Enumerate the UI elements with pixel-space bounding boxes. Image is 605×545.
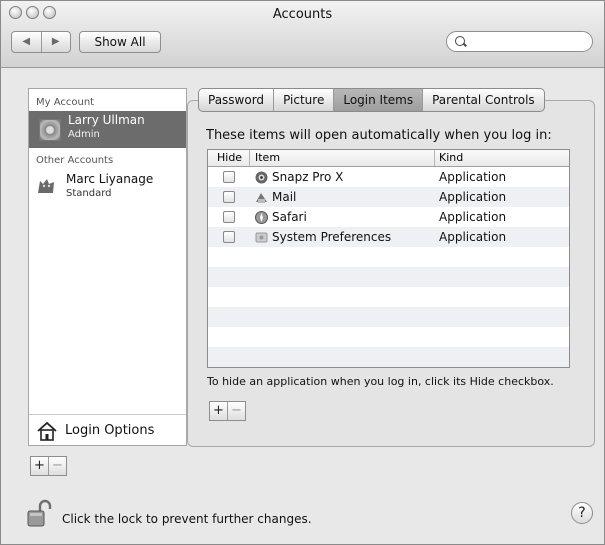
- hide-checkbox[interactable]: [223, 191, 235, 203]
- login-items-intro: These items will open automatically when…: [206, 128, 552, 143]
- tab-bar: Password Picture Login Items Parental Co…: [198, 88, 545, 112]
- login-items-add-remove: + −: [209, 401, 246, 421]
- lock-icon[interactable]: [26, 499, 52, 531]
- avatar: [39, 119, 61, 141]
- item-name: Mail: [272, 190, 297, 204]
- empty-row: [208, 347, 569, 367]
- item-name: Safari: [272, 210, 307, 224]
- login-items-table: Hide Item Kind Snapz Pro X Application M…: [207, 149, 570, 368]
- system-preferences-icon: [255, 232, 268, 243]
- account-name: Larry Ullman: [68, 113, 145, 127]
- show-all-button[interactable]: Show All: [79, 31, 161, 53]
- house-icon: [37, 421, 57, 441]
- empty-row: [208, 327, 569, 347]
- accounts-window: Accounts ◀ ▶ Show All My Account Larry U…: [0, 0, 605, 545]
- cat-avatar-icon: [38, 179, 54, 193]
- table-row[interactable]: Snapz Pro X Application: [208, 167, 569, 187]
- other-accounts-header: Other Accounts: [36, 155, 114, 166]
- accounts-list: My Account Larry Ullman Admin Other Acco…: [28, 88, 187, 446]
- item-kind: Application: [439, 230, 507, 244]
- account-larry-ullman[interactable]: Larry Ullman Admin: [29, 111, 186, 148]
- search-icon: [455, 36, 465, 46]
- tab-login-items[interactable]: Login Items: [333, 89, 423, 111]
- tab-parental-controls[interactable]: Parental Controls: [422, 89, 544, 111]
- lock-message: Click the lock to prevent further change…: [62, 512, 312, 526]
- hide-checkbox[interactable]: [223, 231, 235, 243]
- account-add-remove: + −: [30, 456, 67, 476]
- tab-picture[interactable]: Picture: [273, 89, 333, 111]
- safari-icon: [255, 211, 268, 224]
- hide-checkbox[interactable]: [223, 171, 235, 183]
- empty-row: [208, 307, 569, 327]
- column-header-kind[interactable]: Kind: [439, 151, 463, 164]
- item-kind: Application: [439, 170, 507, 184]
- column-header-hide[interactable]: Hide: [217, 151, 242, 164]
- account-role: Admin: [68, 129, 100, 140]
- table-header: Hide Item Kind: [208, 150, 569, 167]
- add-login-item-button[interactable]: +: [210, 402, 227, 420]
- hide-checkbox[interactable]: [223, 211, 235, 223]
- tab-password[interactable]: Password: [199, 89, 273, 111]
- search-field[interactable]: [446, 31, 593, 52]
- window-title: Accounts: [272, 7, 333, 22]
- item-name: System Preferences: [272, 230, 392, 244]
- hide-hint: To hide an application when you log in, …: [207, 375, 554, 388]
- forward-button[interactable]: ▶: [42, 32, 71, 52]
- help-button[interactable]: ?: [571, 502, 593, 524]
- column-divider: [249, 150, 250, 166]
- back-forward-control: ◀ ▶: [11, 31, 71, 53]
- login-options-label: Login Options: [65, 423, 155, 438]
- account-marc-liyanage[interactable]: Marc Liyanage Standard: [29, 168, 186, 202]
- snapz-icon: [255, 171, 268, 184]
- column-divider: [434, 150, 435, 166]
- item-kind: Application: [439, 210, 507, 224]
- empty-row: [208, 287, 569, 307]
- empty-row: [208, 267, 569, 287]
- table-row[interactable]: Mail Application: [208, 187, 569, 207]
- account-name: Marc Liyanage: [66, 172, 154, 186]
- back-button[interactable]: ◀: [12, 32, 42, 52]
- account-role: Standard: [66, 188, 112, 199]
- item-kind: Application: [439, 190, 507, 204]
- remove-login-item-button[interactable]: −: [227, 402, 245, 420]
- table-row[interactable]: System Preferences Application: [208, 227, 569, 247]
- login-options-item[interactable]: Login Options: [29, 414, 186, 446]
- add-account-button[interactable]: +: [31, 457, 48, 475]
- table-row[interactable]: Safari Application: [208, 207, 569, 227]
- title-bar: Accounts ◀ ▶ Show All: [1, 1, 604, 68]
- item-name: Snapz Pro X: [272, 170, 344, 184]
- remove-account-button[interactable]: −: [48, 457, 66, 475]
- mail-icon: [256, 193, 267, 203]
- my-account-header: My Account: [36, 97, 95, 108]
- empty-row: [208, 247, 569, 267]
- column-header-item[interactable]: Item: [255, 151, 280, 164]
